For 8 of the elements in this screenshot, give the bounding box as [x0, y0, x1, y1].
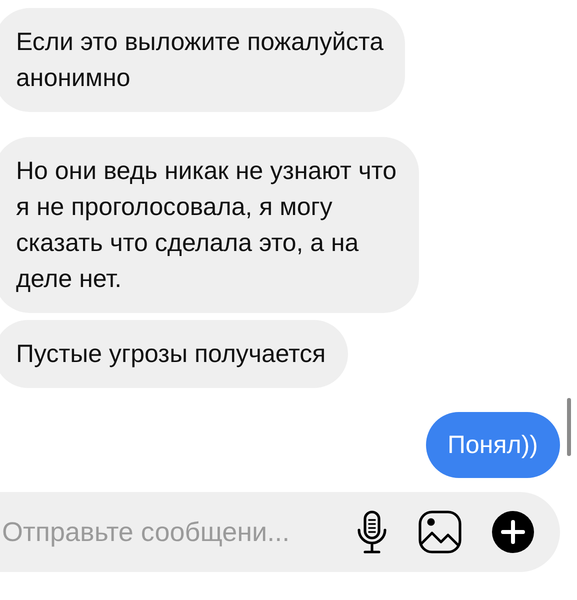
scrollbar[interactable]	[567, 398, 571, 456]
message-bubble: Но они ведь никак не узнают что я не проголосовала, я могу сказать что сделала это, а на деле нет.	[0, 137, 419, 313]
message-bubble: Понял))	[426, 412, 560, 478]
microphone-icon[interactable]	[356, 510, 388, 554]
message-bubble: Если это выложите пожалуйста анонимно	[0, 8, 406, 112]
image-icon[interactable]	[418, 510, 462, 554]
message-bubble: Пустые угрозы получается	[0, 320, 348, 388]
add-icon[interactable]	[492, 511, 534, 553]
